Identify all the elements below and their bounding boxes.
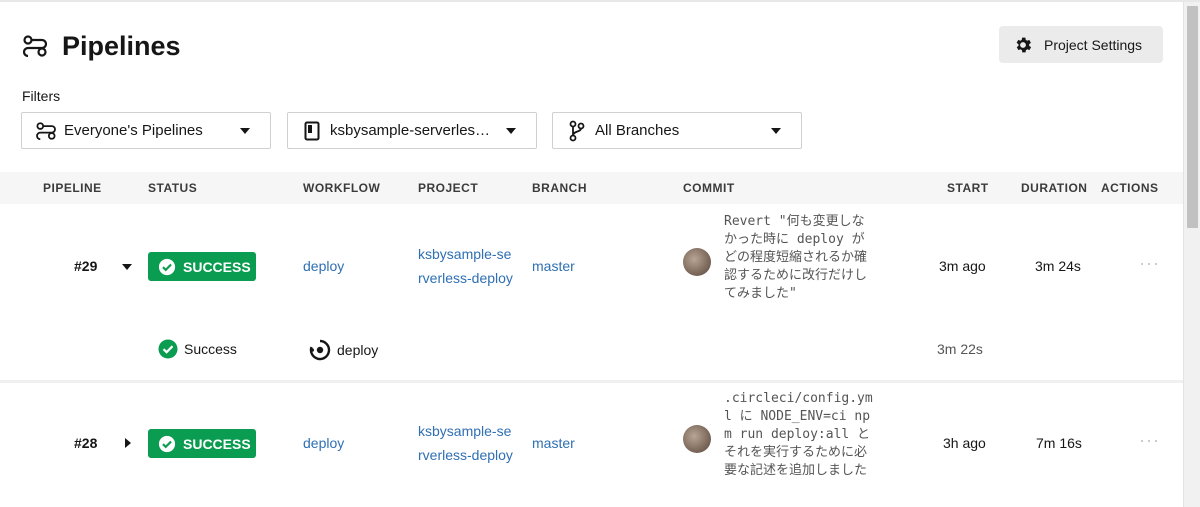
- project-filter-dropdown[interactable]: ksbysample-serverles…: [287, 112, 537, 149]
- chevron-down-icon: [771, 128, 781, 134]
- project-settings-label: Project Settings: [1044, 36, 1143, 53]
- scrollbar-thumb[interactable]: [1187, 6, 1198, 228]
- column-header-workflow: WORKFLOW: [303, 181, 381, 195]
- commit-message[interactable]: Revert "何も変更しなかった時に deploy がどの程度短縮されるか確認…: [724, 213, 874, 303]
- pipeline-number[interactable]: #29: [74, 258, 97, 274]
- page-title: Pipelines: [62, 30, 181, 61]
- page-header: Pipelines: [22, 26, 181, 66]
- project-link[interactable]: ksbysample-se rverless-deploy: [418, 419, 513, 467]
- workflow-name: deploy: [337, 342, 379, 358]
- row-divider: [0, 380, 1183, 383]
- column-header-branch: BRANCH: [532, 181, 587, 195]
- project-link-line1: ksbysample-se: [418, 246, 512, 262]
- workflow-status-label: Success: [184, 341, 237, 357]
- column-header-status: STATUS: [148, 181, 198, 195]
- status-badge[interactable]: SUCCESS: [148, 252, 256, 281]
- branch-link[interactable]: master: [532, 435, 575, 451]
- workflow-link[interactable]: deploy: [303, 258, 344, 274]
- status-badge[interactable]: SUCCESS: [148, 429, 256, 458]
- column-header-commit: COMMIT: [683, 181, 735, 195]
- filters-label: Filters: [22, 88, 61, 104]
- branch-icon: [567, 120, 587, 141]
- project-link-line2: rverless-deploy: [418, 270, 513, 286]
- gear-icon: [1016, 37, 1032, 52]
- table-header: PIPELINE STATUS WORKFLOW PROJECT BRANCH …: [0, 172, 1183, 204]
- project-link[interactable]: ksbysample-se rverless-deploy: [418, 242, 513, 290]
- check-circle-icon: [158, 258, 176, 275]
- collapse-caret-icon[interactable]: [122, 264, 132, 270]
- expand-caret-icon[interactable]: [125, 438, 131, 448]
- status-label: SUCCESS: [183, 435, 251, 452]
- status-label: SUCCESS: [183, 258, 251, 275]
- pipeline-number[interactable]: #28: [74, 435, 97, 451]
- workflow-link[interactable]: deploy: [303, 435, 344, 451]
- more-actions-icon[interactable]: ···: [1139, 253, 1160, 274]
- check-circle-icon: [158, 339, 178, 359]
- column-header-duration: DURATION: [1021, 181, 1088, 195]
- duration: 3m 24s: [1035, 258, 1081, 274]
- chevron-down-icon: [240, 128, 250, 134]
- check-circle-icon: [158, 435, 176, 452]
- start-time: 3m ago: [939, 258, 986, 274]
- vertical-scrollbar[interactable]: [1183, 2, 1200, 507]
- avatar: [683, 425, 711, 453]
- pipelines-filter-value: Everyone's Pipelines: [64, 122, 203, 139]
- column-header-project: PROJECT: [418, 181, 479, 195]
- branch-filter-value: All Branches: [595, 122, 680, 139]
- workflow-duration: 3m 22s: [937, 341, 983, 357]
- duration: 7m 16s: [1036, 435, 1082, 451]
- avatar: [683, 248, 711, 276]
- project-settings-button[interactable]: Project Settings: [999, 26, 1163, 63]
- workflow-icon: [309, 339, 331, 361]
- start-time: 3h ago: [943, 435, 986, 451]
- project-icon: [302, 121, 322, 141]
- pipelines-icon: [36, 121, 56, 141]
- column-header-start: START: [947, 181, 989, 195]
- column-header-actions: ACTIONS: [1101, 181, 1159, 195]
- workflow-status[interactable]: Success: [158, 339, 237, 359]
- pipelines-filter-dropdown[interactable]: Everyone's Pipelines: [21, 112, 271, 149]
- workflow-name-link[interactable]: deploy: [309, 339, 378, 361]
- column-header-pipeline: PIPELINE: [43, 181, 102, 195]
- branch-filter-dropdown[interactable]: All Branches: [552, 112, 802, 149]
- project-filter-value: ksbysample-serverles…: [330, 122, 491, 139]
- pipelines-icon: [22, 33, 48, 59]
- commit-message[interactable]: .circleci/config.yml に NODE_ENV=ci npm r…: [724, 390, 874, 480]
- window-top-border: [0, 0, 1200, 2]
- more-actions-icon[interactable]: ···: [1139, 430, 1160, 451]
- chevron-down-icon: [506, 128, 516, 134]
- project-link-line1: ksbysample-se: [418, 423, 512, 439]
- branch-link[interactable]: master: [532, 258, 575, 274]
- project-link-line2: rverless-deploy: [418, 447, 513, 463]
